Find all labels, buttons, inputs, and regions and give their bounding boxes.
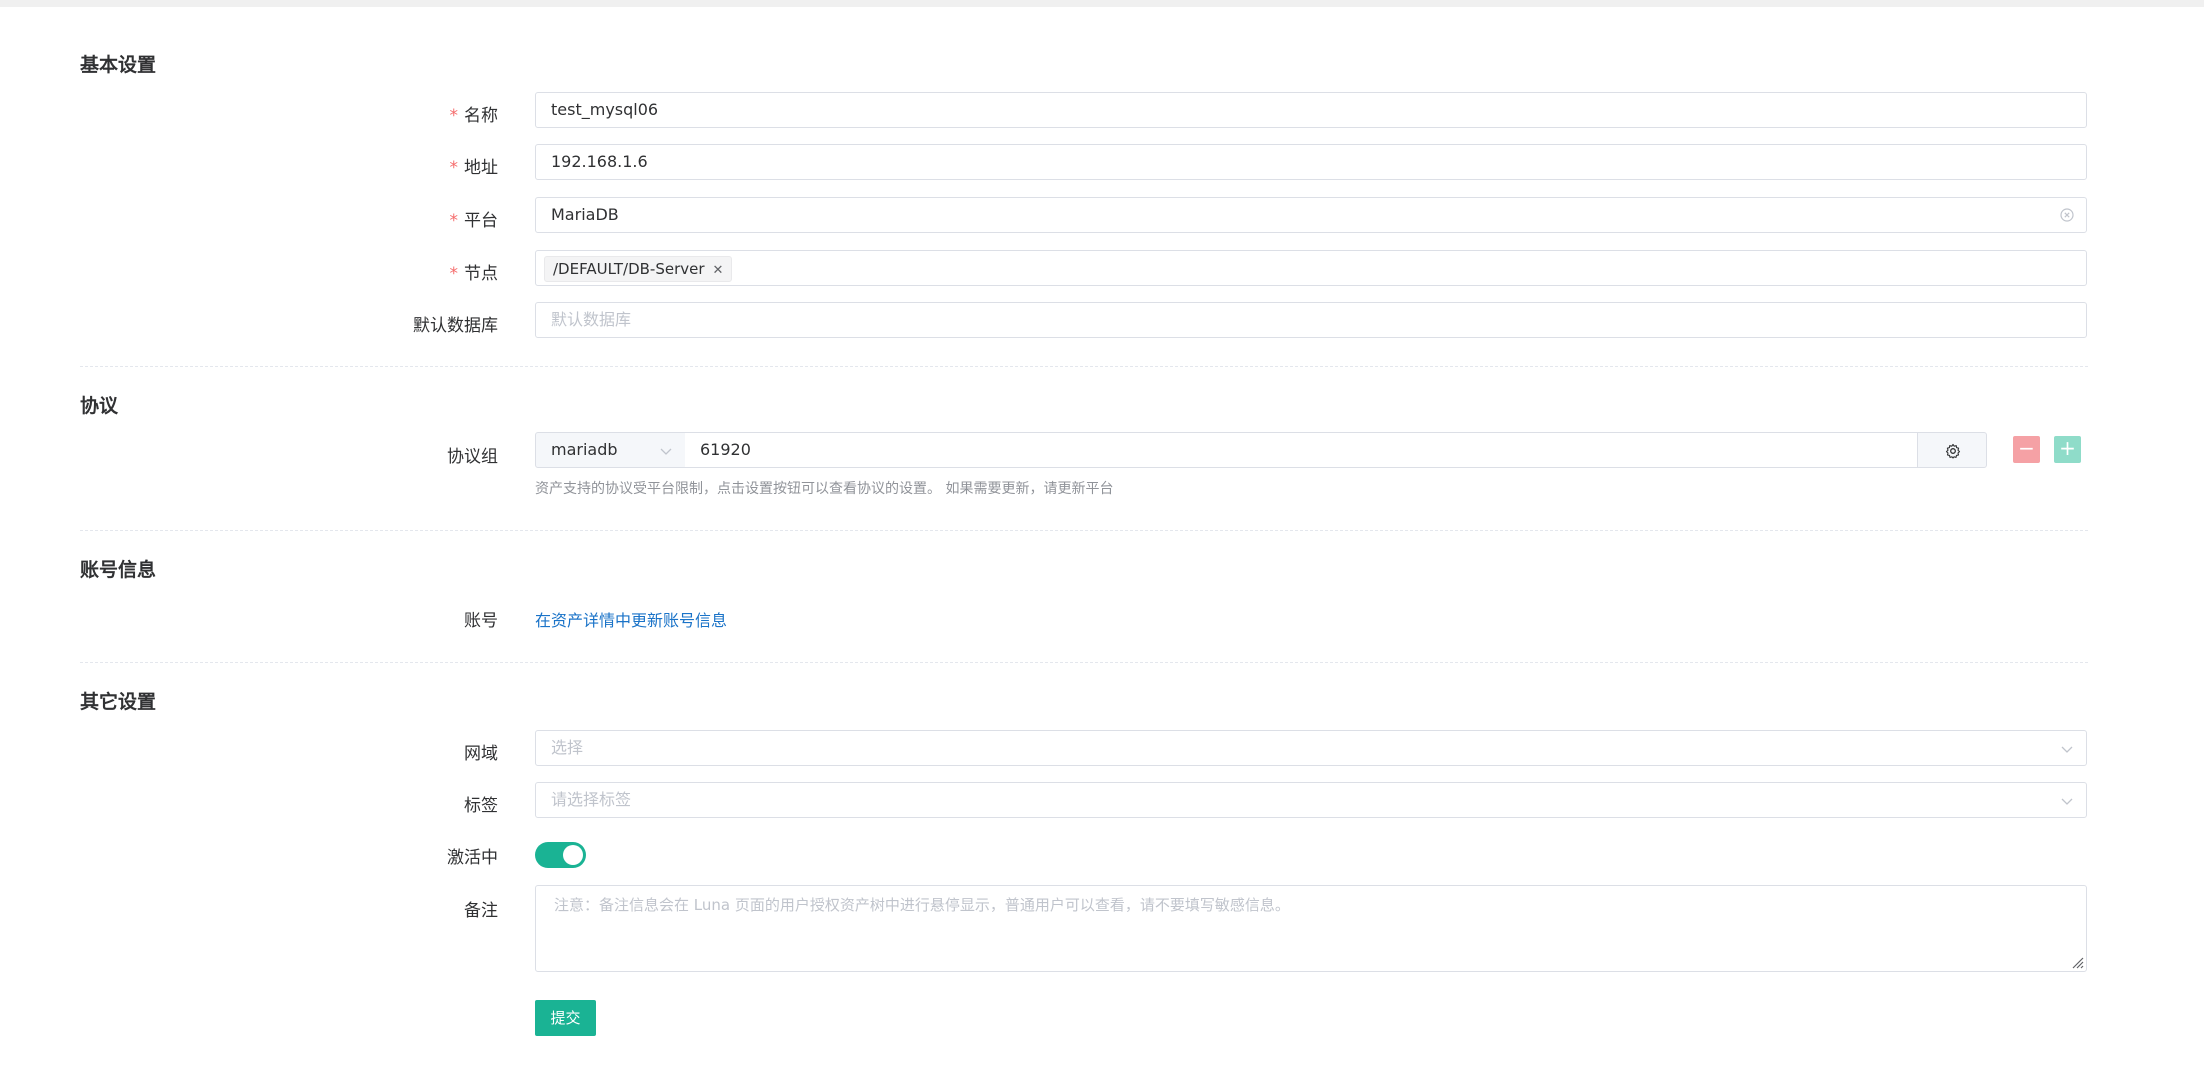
name-label: * 名称	[449, 106, 499, 126]
close-icon[interactable]: ✕	[713, 263, 724, 278]
active-toggle[interactable]	[535, 842, 586, 868]
labels-placeholder: 请选择标签	[551, 790, 632, 809]
node-tag: /DEFAULT/DB-Server ✕	[544, 256, 733, 282]
port-input[interactable]: 61920	[685, 432, 1918, 468]
domain-label: 网域	[464, 744, 498, 764]
default-db-label: 默认数据库	[413, 316, 498, 336]
required-mark: *	[449, 158, 459, 178]
node-label: * 节点	[449, 264, 499, 284]
address-input[interactable]: 192.168.1.6	[535, 144, 2087, 180]
protocol-group-label: 协议组	[447, 447, 498, 467]
required-mark: *	[449, 264, 459, 284]
clear-icon[interactable]	[2060, 208, 2074, 222]
section-title-account: 账号信息	[80, 559, 157, 581]
update-account-link[interactable]: 在资产详情中更新账号信息	[535, 607, 727, 631]
comment-textarea[interactable]: 注意：备注信息会在 Luna 页面的用户授权资产树中进行悬停显示，普通用户可以查…	[535, 885, 2087, 972]
name-input[interactable]: test_mysql06	[535, 92, 2087, 128]
active-label: 激活中	[447, 848, 498, 868]
comment-placeholder: 注意：备注信息会在 Luna 页面的用户授权资产树中进行悬停显示，普通用户可以查…	[554, 896, 1290, 914]
chevron-down-icon	[660, 448, 672, 455]
labels-label: 标签	[464, 796, 498, 816]
chevron-down-icon	[2061, 746, 2073, 753]
node-select[interactable]: /DEFAULT/DB-Server ✕	[535, 250, 2087, 286]
platform-select[interactable]: MariaDB	[535, 197, 2087, 233]
labels-select[interactable]: 请选择标签	[535, 782, 2087, 818]
domain-select[interactable]: 选择	[535, 730, 2087, 766]
gear-icon	[1945, 443, 1961, 459]
resize-handle-icon[interactable]	[2070, 955, 2084, 969]
section-title-protocol: 协议	[80, 395, 119, 417]
remove-protocol-button[interactable]: −	[2013, 436, 2040, 463]
address-label: * 地址	[449, 158, 499, 178]
protocol-value: mariadb	[551, 440, 618, 459]
platform-label: * 平台	[449, 211, 499, 231]
submit-button[interactable]: 提交	[535, 1000, 596, 1036]
top-bar	[0, 0, 2204, 7]
add-protocol-button[interactable]: +	[2054, 436, 2081, 463]
domain-placeholder: 选择	[551, 738, 584, 757]
section-divider	[80, 530, 2088, 531]
section-title-other: 其它设置	[80, 691, 157, 713]
section-title-basic: 基本设置	[80, 54, 157, 76]
protocol-settings-button[interactable]	[1917, 432, 1987, 468]
chevron-down-icon	[2061, 798, 2073, 805]
comment-label: 备注	[464, 901, 498, 921]
default-db-input[interactable]: 默认数据库	[535, 302, 2087, 338]
required-mark: *	[449, 106, 459, 126]
section-divider	[80, 366, 2088, 367]
section-divider	[80, 662, 2088, 663]
required-mark: *	[449, 211, 459, 231]
protocol-help-text: 资产支持的协议受平台限制，点击设置按钮可以查看协议的设置。 如果需要更新，请更新…	[535, 481, 1114, 497]
toggle-knob	[563, 845, 583, 865]
protocol-select[interactable]: mariadb	[535, 432, 686, 468]
platform-value: MariaDB	[551, 205, 619, 224]
account-label: 账号	[464, 611, 498, 631]
